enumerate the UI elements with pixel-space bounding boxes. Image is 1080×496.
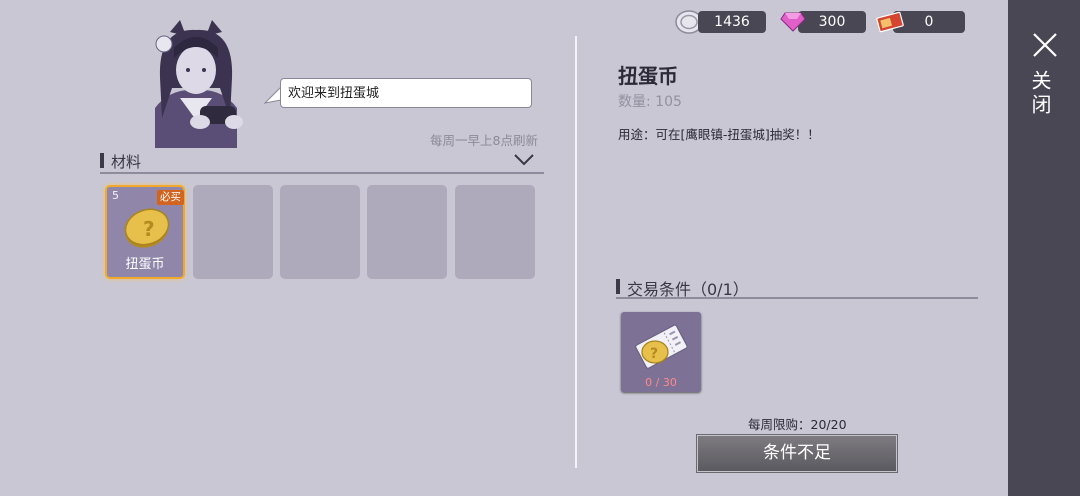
item-usage: 用途：可在[鹰眼镇-扭蛋城]抽奖！！ <box>618 127 820 142</box>
svg-text:?: ? <box>650 346 658 362</box>
ticket-icon <box>876 11 904 33</box>
slot-count: 5 <box>112 189 119 202</box>
item-quantity: 数量: 105 <box>618 94 682 110</box>
slot-label: 扭蛋币 <box>125 257 165 272</box>
gacha-coin-icon: ? <box>124 208 170 248</box>
materials-section-marker <box>100 153 104 168</box>
chevron-down-icon[interactable] <box>513 153 535 167</box>
material-slot-gacha-coin[interactable]: 5 必买 ? 扭蛋币 <box>105 185 185 279</box>
trade-section-marker <box>616 279 620 294</box>
close-icon[interactable] <box>1030 30 1060 60</box>
close-label[interactable]: 关闭 <box>1028 70 1055 118</box>
diamond-icon <box>780 12 806 32</box>
diamond-count: 300 <box>798 11 866 33</box>
silver-count: 1436 <box>698 11 766 33</box>
material-slot-empty[interactable] <box>280 185 360 279</box>
npc-girl-portrait <box>155 20 243 148</box>
item-name: 扭蛋币 <box>618 64 678 88</box>
svg-text:?: ? <box>143 217 155 241</box>
must-buy-badge: 必买 <box>157 190 184 205</box>
trade-underline <box>616 297 978 299</box>
requirement-slot[interactable]: ? 0 / 30 <box>621 312 701 392</box>
refresh-note: 每周一早上8点刷新 <box>430 133 538 148</box>
material-slot-empty[interactable] <box>455 185 535 279</box>
requirement-count: 0 / 30 <box>645 376 677 389</box>
insufficient-conditions-button[interactable]: 条件不足 <box>697 435 897 472</box>
weekly-limit: 每周限购：20/20 <box>748 417 847 432</box>
materials-underline <box>100 172 544 174</box>
coin-ticket-icon: ? <box>635 324 688 369</box>
materials-title: 材料 <box>111 153 142 171</box>
panel-divider <box>575 36 577 468</box>
material-slot-empty[interactable] <box>367 185 447 279</box>
npc-speech-bubble: 欢迎来到扭蛋城 <box>280 78 532 108</box>
material-slot-empty[interactable] <box>193 185 273 279</box>
